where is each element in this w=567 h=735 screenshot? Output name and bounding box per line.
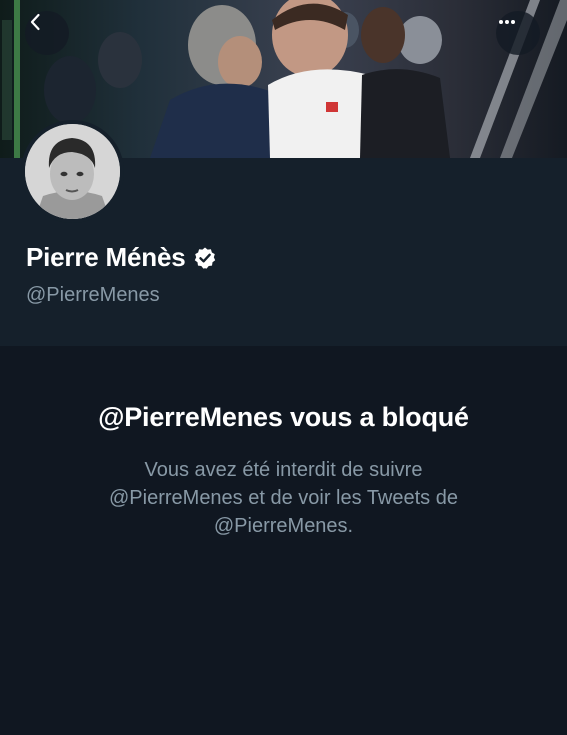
blocked-message-line: @PierreMenes. (213, 515, 354, 537)
more-options-button[interactable] (496, 11, 540, 55)
profile-avatar[interactable] (21, 120, 124, 223)
chevron-left-icon (30, 13, 40, 31)
more-dots-icon (499, 20, 515, 24)
avatar-photo (25, 124, 120, 219)
blocked-notice: @PierreMenes vous a bloqué Vous avez été… (0, 346, 567, 735)
verified-badge-icon (193, 246, 217, 270)
profile-handle: @PierreMenes (26, 284, 160, 306)
blocked-title: @PierreMenes vous a bloqué (98, 402, 469, 432)
blocked-message-line: Vous avez été interdit de suivre (144, 459, 423, 481)
display-name: Pierre Ménès (26, 242, 186, 272)
back-button[interactable] (25, 11, 69, 55)
blocked-message-line: @PierreMenes et de voir les Tweets de (109, 487, 458, 509)
blocked-message: Vous avez été interdit de suivre @Pierre… (60, 456, 507, 540)
name-row: Pierre Ménès (26, 242, 217, 273)
